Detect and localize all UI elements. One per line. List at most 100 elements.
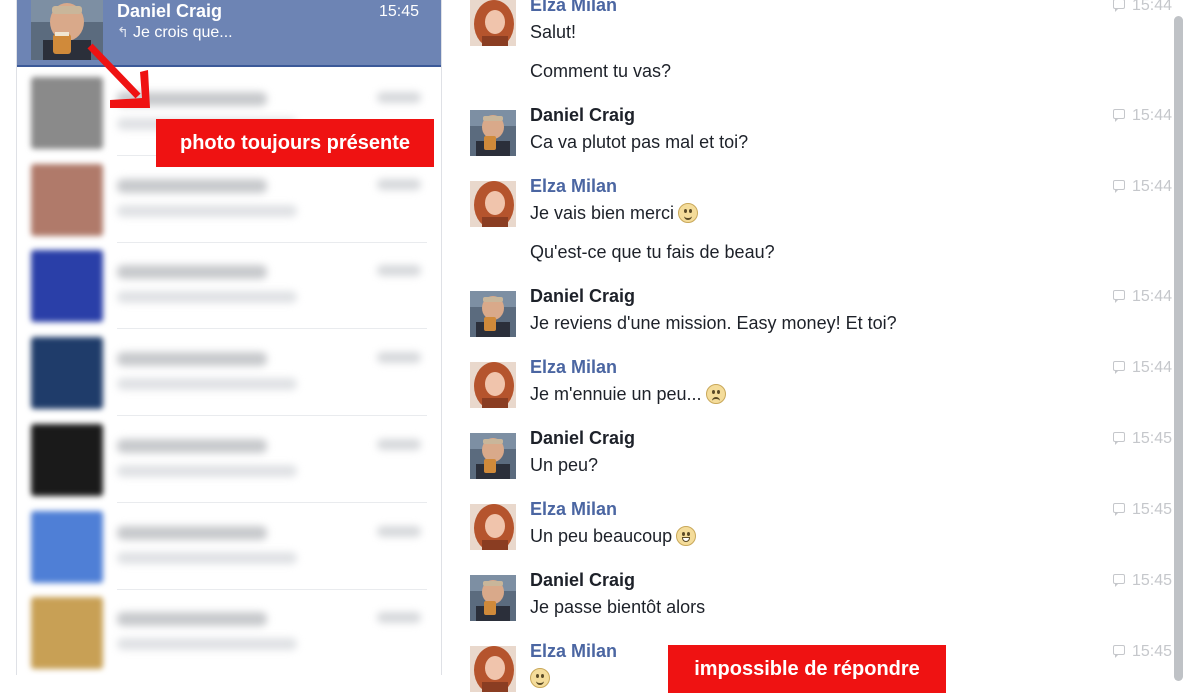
sender-avatar[interactable] xyxy=(470,0,516,48)
emoji-grin-icon xyxy=(676,526,697,546)
sender-name[interactable]: Elza Milan xyxy=(530,499,617,520)
message-thread: Elza Milan 15:44 Salut! Comment tu vas? Dani… xyxy=(442,0,1172,694)
message-text-content: Comment tu vas? xyxy=(530,61,672,81)
avatar xyxy=(31,597,103,670)
message-time-text: 15:45 xyxy=(1131,572,1172,589)
message-time-text: 15:44 xyxy=(1131,178,1172,195)
message-time: 15:44 xyxy=(1102,0,1172,15)
sender-name[interactable]: Elza Milan xyxy=(530,176,617,197)
message-text-content: Qu'est-ce que tu fais de beau? xyxy=(530,242,775,262)
avatar xyxy=(31,163,103,236)
blurred-snippet xyxy=(117,638,297,651)
sender-avatar[interactable] xyxy=(470,181,516,229)
blurred-time xyxy=(377,352,421,364)
blurred-name xyxy=(117,178,267,193)
sender-avatar[interactable] xyxy=(470,433,516,479)
chat-bubble-icon xyxy=(1112,180,1125,193)
message-text: Qu'est-ce que tu fais de beau? xyxy=(530,242,775,263)
message-text-content: Un peu? xyxy=(530,455,599,475)
message-text: Un peu? xyxy=(530,455,598,476)
conversation-item[interactable] xyxy=(17,243,441,330)
message-time-text: 15:44 xyxy=(1131,288,1172,305)
message-text: Ca va plutot pas mal et toi? xyxy=(530,132,748,153)
message-text: Je passe bientôt alors xyxy=(530,597,705,618)
message-text: Je m'ennuie un peu... xyxy=(530,384,726,405)
blurred-time xyxy=(377,525,421,537)
message-time: 15:45 xyxy=(1102,643,1172,661)
annotation-photo-label: photo toujours présente xyxy=(156,119,434,167)
sender-name[interactable]: Elza Milan xyxy=(530,0,617,16)
blurred-name xyxy=(117,438,267,453)
chat-bubble-icon xyxy=(1112,645,1125,658)
message-time: 15:45 xyxy=(1102,430,1172,448)
message-text-content: Salut! xyxy=(530,22,577,42)
message-time-text: 15:44 xyxy=(1131,359,1172,376)
message-time: 15:44 xyxy=(1102,107,1172,125)
conversation-item[interactable] xyxy=(17,417,441,503)
chat-bubble-icon xyxy=(1112,432,1125,445)
chat-bubble-icon xyxy=(1112,290,1125,303)
conversation-item[interactable] xyxy=(17,330,441,417)
conversation-item[interactable] xyxy=(17,157,441,243)
sender-name[interactable]: Elza Milan xyxy=(530,357,617,378)
message-text: Un peu beaucoup xyxy=(530,526,697,547)
sender-name[interactable]: Daniel Craig xyxy=(530,105,635,126)
chat-bubble-icon xyxy=(1112,361,1125,374)
blurred-time xyxy=(377,265,421,277)
message-text-content: Je passe bientôt alors xyxy=(530,597,706,617)
message-text xyxy=(530,668,550,689)
avatar xyxy=(31,510,103,583)
message-time: 15:45 xyxy=(1102,501,1172,519)
chat-bubble-icon xyxy=(1112,0,1125,12)
annotation-reply-label: impossible de répondre xyxy=(668,645,946,693)
blurred-snippet xyxy=(117,378,297,391)
blurred-time xyxy=(377,612,421,624)
blurred-name xyxy=(117,265,267,280)
message-text: Comment tu vas? xyxy=(530,61,671,82)
scrollbar-thumb[interactable] xyxy=(1174,16,1183,681)
emoji-smile-icon xyxy=(678,203,699,223)
avatar xyxy=(31,250,103,323)
sender-name[interactable]: Daniel Craig xyxy=(530,428,635,449)
message-text-content: Je vais bien merci xyxy=(530,203,675,223)
conversation-item[interactable] xyxy=(17,504,441,590)
sender-name[interactable]: Daniel Craig xyxy=(530,570,635,591)
blurred-time xyxy=(377,438,421,450)
message-time: 15:45 xyxy=(1102,572,1172,590)
conversation-time: 15:45 xyxy=(379,3,420,20)
sender-avatar[interactable] xyxy=(470,110,516,156)
message-time-text: 15:45 xyxy=(1131,430,1172,447)
message-text: Je vais bien merci xyxy=(530,203,699,224)
sender-avatar[interactable] xyxy=(470,646,516,694)
sender-avatar[interactable] xyxy=(470,504,516,552)
blurred-snippet xyxy=(117,204,297,217)
conversation-item[interactable] xyxy=(17,590,441,675)
message-time: 15:44 xyxy=(1102,178,1172,196)
blurred-name xyxy=(117,352,267,367)
sender-name[interactable]: Elza Milan xyxy=(530,641,617,662)
message-text-content: Je reviens d'une mission. Easy money! Et… xyxy=(530,313,897,333)
emoji-smile-icon xyxy=(530,668,550,688)
snippet-text: Je crois que... xyxy=(133,24,233,41)
emoji-frown-icon xyxy=(705,384,726,404)
blurred-snippet xyxy=(117,464,297,477)
message-time: 15:44 xyxy=(1102,359,1172,377)
blurred-time xyxy=(377,92,421,103)
message-text-content: Un peu beaucoup xyxy=(530,526,673,546)
blurred-name xyxy=(117,612,267,627)
chat-bubble-icon xyxy=(1112,503,1125,516)
blurred-time xyxy=(377,178,421,190)
message-time: 15:44 xyxy=(1102,288,1172,306)
reply-arrow-icon: ↰ xyxy=(117,24,129,40)
sender-name[interactable]: Daniel Craig xyxy=(530,286,635,307)
message-text: Salut! xyxy=(530,22,576,43)
sender-avatar[interactable] xyxy=(470,291,516,337)
chat-bubble-icon xyxy=(1112,574,1125,587)
sender-avatar[interactable] xyxy=(470,575,516,621)
avatar xyxy=(31,337,103,410)
message-time-text: 15:45 xyxy=(1131,501,1172,518)
sender-avatar[interactable] xyxy=(470,362,516,410)
blurred-snippet xyxy=(117,551,297,564)
annotation-arrow xyxy=(87,43,150,108)
avatar xyxy=(31,423,103,496)
